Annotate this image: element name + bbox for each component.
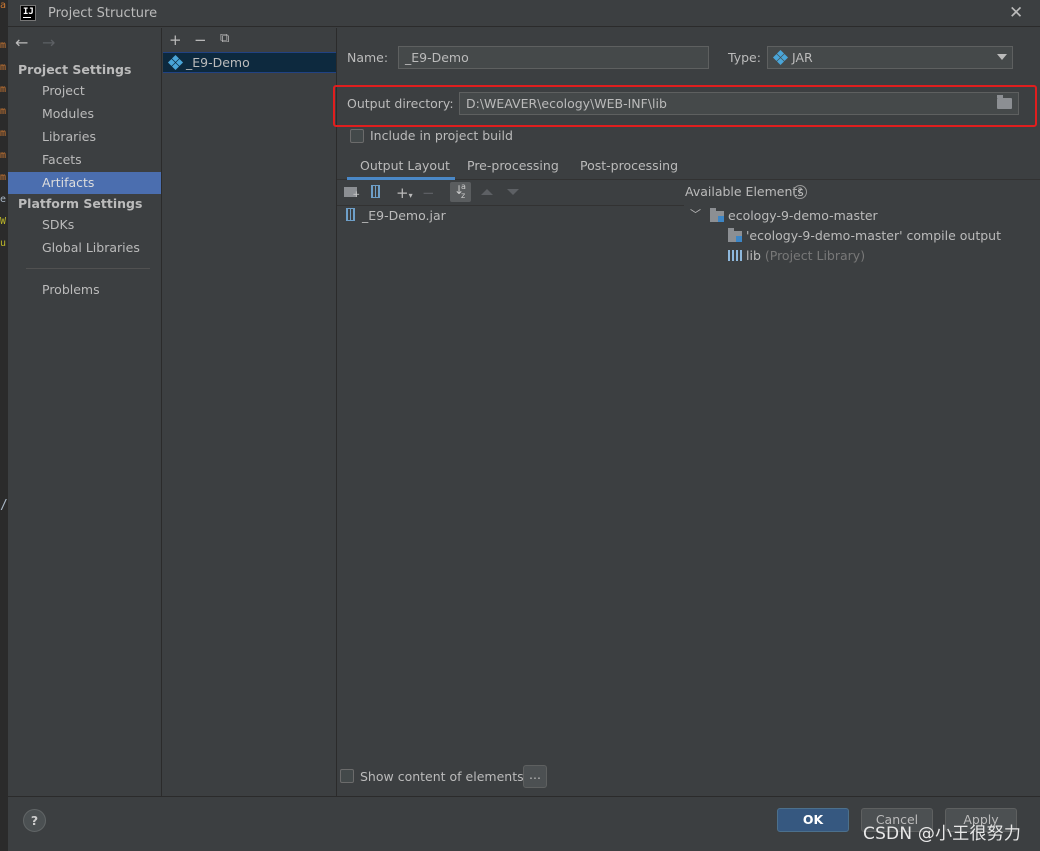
ok-button[interactable]: OK: [777, 808, 849, 832]
name-input[interactable]: _E9-Demo: [398, 46, 709, 69]
jar-root-item[interactable]: _E9-Demo.jar: [362, 208, 446, 223]
tab-pre-processing[interactable]: Pre-processing: [467, 158, 559, 173]
sidebar-item-problems[interactable]: Problems: [8, 279, 161, 301]
artifacts-list-panel: [162, 28, 337, 796]
compile-output-tree-item[interactable]: 'ecology-9-demo-master' compile output: [746, 228, 1001, 243]
lib-note: (Project Library): [764, 248, 866, 263]
close-icon[interactable]: ✕: [1009, 3, 1023, 23]
edge-glyph: /: [0, 498, 8, 513]
project-settings-header: Project Settings: [18, 62, 132, 77]
tab-output-layout[interactable]: Output Layout: [360, 158, 450, 173]
add-copy-icon[interactable]: +▾: [396, 186, 413, 203]
edge-glyph: m: [0, 172, 7, 183]
edge-glyph: m: [0, 62, 7, 73]
edge-glyph: a: [0, 0, 7, 11]
remove-icon[interactable]: −: [194, 33, 207, 48]
type-label: Type:: [728, 50, 761, 65]
layout-toolbar-divider: [337, 205, 684, 206]
edge-glyph: W: [0, 216, 7, 227]
remove-element-icon[interactable]: −: [422, 186, 435, 201]
artifact-diamond-icon: [167, 54, 184, 71]
type-select[interactable]: JAR: [767, 46, 1013, 69]
copy-icon[interactable]: ⧉: [220, 32, 229, 46]
available-elements-label: Available Elements: [685, 184, 804, 199]
tab-post-processing[interactable]: Post-processing: [580, 158, 678, 173]
move-up-icon[interactable]: [481, 189, 493, 195]
add-icon[interactable]: +: [169, 33, 182, 48]
forward-arrow-icon[interactable]: →: [42, 33, 55, 52]
title-bar: [8, 0, 1040, 27]
create-archive-icon[interactable]: [371, 185, 380, 198]
sidebar-item-modules[interactable]: Modules: [8, 103, 161, 125]
edge-glyph: m: [0, 106, 7, 117]
edge-glyph: m: [0, 40, 7, 51]
sidebar-item-global-libraries[interactable]: Global Libraries: [8, 237, 161, 259]
back-arrow-icon[interactable]: ←: [15, 33, 28, 52]
lib-tree-item[interactable]: lib (Project Library): [746, 248, 865, 263]
sidebar-item-libraries[interactable]: Libraries: [8, 126, 161, 148]
edge-glyph: m: [0, 128, 7, 139]
watermark-text: CSDN @小王很努力: [863, 824, 1022, 844]
edge-glyph: m: [0, 84, 7, 95]
sidebar-item-project[interactable]: Project: [8, 80, 161, 102]
sidebar-item-sdks[interactable]: SDKs: [8, 214, 161, 236]
sidebar-divider: [26, 268, 150, 269]
jar-file-icon: [346, 208, 355, 221]
sort-elements-toggle[interactable]: ↓ a z: [450, 182, 471, 202]
name-label: Name:: [347, 50, 389, 65]
sidebar-item-facets[interactable]: Facets: [8, 149, 161, 171]
edge-glyph: m: [0, 150, 7, 161]
chevron-down-icon[interactable]: [997, 54, 1007, 60]
lib-name: lib: [746, 248, 761, 263]
show-content-label: Show content of elements: [360, 769, 524, 784]
chevron-down-icon[interactable]: ﹀: [690, 206, 701, 222]
platform-settings-header: Platform Settings: [18, 196, 143, 211]
move-down-icon[interactable]: [507, 189, 519, 195]
new-directory-icon[interactable]: +: [344, 187, 360, 200]
help-question-icon[interactable]: ?: [793, 185, 807, 199]
include-in-build-label: Include in project build: [370, 128, 513, 143]
jar-type-icon: [772, 49, 789, 66]
active-tab-indicator: [347, 177, 455, 180]
artifact-name-label: _E9-Demo: [186, 55, 250, 70]
module-folder-icon: [710, 208, 724, 222]
help-button[interactable]: ?: [23, 809, 46, 832]
ellipsis-button[interactable]: ...: [523, 765, 547, 788]
artifact-detail-panel: [337, 28, 1040, 796]
edge-glyph: u: [0, 238, 7, 249]
highlight-annotation-box: [333, 85, 1037, 127]
intellij-app-icon: IJ: [20, 5, 36, 21]
include-in-build-checkbox[interactable]: [350, 129, 364, 143]
background-editor-edge: a m m m m m m m e W u /: [0, 0, 8, 851]
compile-output-folder-icon: [728, 228, 742, 242]
show-content-checkbox[interactable]: [340, 769, 354, 783]
edge-glyph: e: [0, 194, 7, 205]
module-tree-item[interactable]: ecology-9-demo-master: [728, 208, 878, 223]
library-icon: [728, 250, 742, 261]
window-title: Project Structure: [48, 6, 158, 21]
sidebar-item-artifacts[interactable]: Artifacts: [8, 172, 161, 194]
